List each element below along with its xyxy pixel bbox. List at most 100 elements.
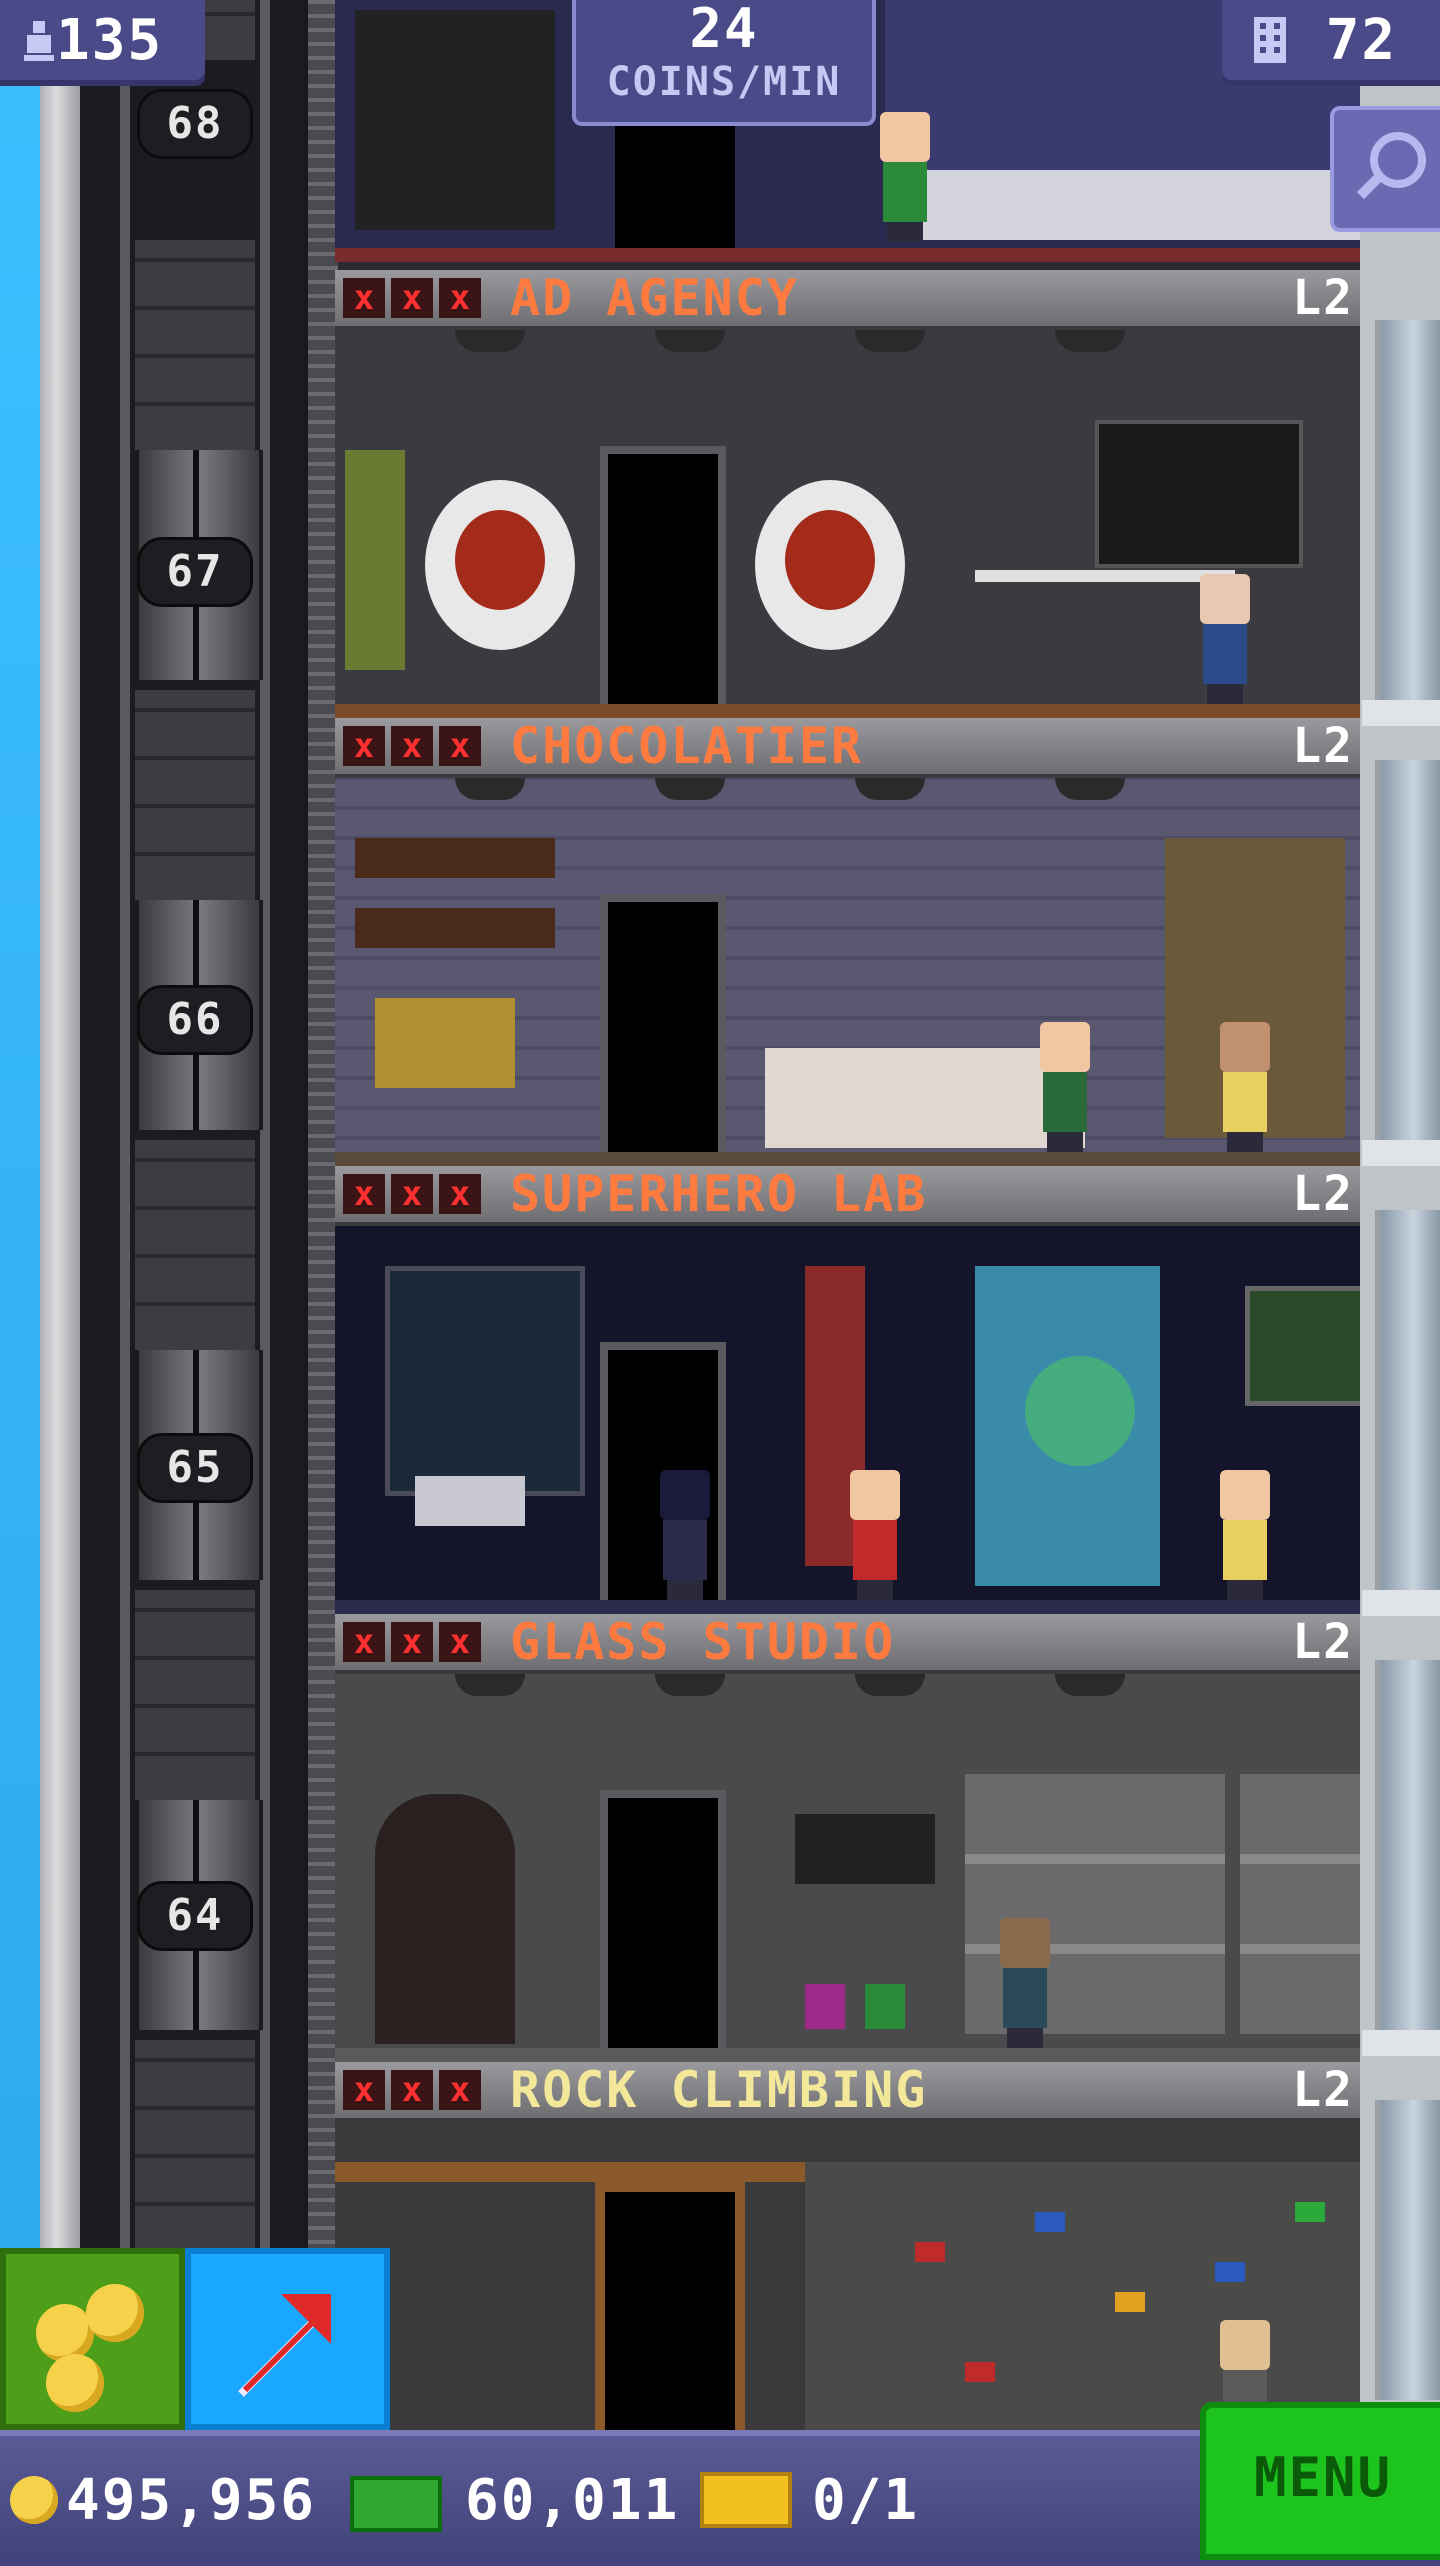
bitizen[interactable] bbox=[995, 1918, 1055, 2048]
room-interior[interactable] bbox=[335, 1226, 1360, 1614]
floor-level: L2 bbox=[1292, 718, 1354, 774]
floor-level: L2 bbox=[1292, 1614, 1354, 1670]
magnifier-icon bbox=[1348, 126, 1432, 214]
building-icon bbox=[1250, 12, 1290, 63]
wall-poster bbox=[1095, 420, 1303, 568]
menu-label: MENU bbox=[1253, 2446, 1393, 2509]
floor-header-bar: x x x GLASS STUDIO L2 bbox=[335, 1614, 1360, 1674]
x-mark-icon: x bbox=[343, 726, 385, 766]
shaft-panel bbox=[135, 690, 255, 900]
exterior-window bbox=[1375, 1210, 1440, 1590]
glass-vase bbox=[865, 1984, 905, 2029]
floors-value: 72 bbox=[1325, 8, 1398, 73]
bitizen[interactable] bbox=[1215, 1022, 1275, 1152]
bux-value: 60,011 bbox=[465, 2468, 680, 2533]
coin-icon bbox=[86, 2284, 144, 2342]
menu-button[interactable]: MENU bbox=[1200, 2402, 1440, 2560]
stock-marks: x x x bbox=[343, 1622, 481, 1662]
floor-header-bar: x x x ROCK CLIMBING L2 bbox=[335, 2062, 1360, 2122]
room-interior[interactable] bbox=[335, 778, 1360, 1166]
floor-name[interactable]: GLASS STUDIO bbox=[510, 1616, 895, 1668]
bitizen[interactable] bbox=[655, 1470, 715, 1600]
keyboard-console bbox=[415, 1476, 525, 1526]
room-interior[interactable] bbox=[335, 330, 1360, 718]
coins-per-min-panel[interactable]: 24 COINS/MIN bbox=[572, 0, 876, 126]
room-door bbox=[595, 2182, 745, 2450]
floor-header-bar: x x x SUPERHERO LAB L2 bbox=[335, 1166, 1360, 1226]
x-mark-icon: x bbox=[439, 278, 481, 318]
floor-number-marker: 65 bbox=[140, 1436, 250, 1500]
melting-pot bbox=[375, 998, 515, 1088]
coin-icon bbox=[46, 2354, 104, 2412]
floor-header-bar: x x x AD AGENCY L2 bbox=[335, 270, 1360, 330]
floor-glass-studio[interactable]: x x x GLASS STUDIO L2 bbox=[335, 1614, 1360, 2062]
climbing-hold bbox=[1115, 2292, 1145, 2312]
floor-chocolatier[interactable]: x x x CHOCOLATIER L2 bbox=[335, 718, 1360, 1166]
bitizen[interactable] bbox=[1035, 1022, 1095, 1152]
shaft-panel bbox=[135, 1590, 255, 1800]
floor-name[interactable]: CHOCOLATIER bbox=[510, 720, 863, 772]
room-door bbox=[600, 1790, 726, 2048]
shaft-rail bbox=[120, 0, 130, 2450]
bitizen[interactable] bbox=[1215, 1470, 1275, 1600]
floor-number-marker: 68 bbox=[140, 92, 250, 156]
exterior-window bbox=[1375, 2100, 1440, 2400]
floor-name[interactable]: ROCK CLIMBING bbox=[510, 2064, 927, 2116]
exterior-sill bbox=[1362, 1140, 1440, 1166]
room-counter bbox=[915, 170, 1360, 240]
room-interior[interactable] bbox=[335, 2122, 1360, 2450]
floor-number-marker: 64 bbox=[140, 1884, 250, 1948]
coin-icon bbox=[10, 2476, 58, 2524]
x-mark-icon: x bbox=[391, 2070, 433, 2110]
shaft-ladder bbox=[305, 0, 338, 2450]
room-interior[interactable] bbox=[335, 1674, 1360, 2062]
plant bbox=[345, 450, 405, 670]
tickets-value: 0/1 bbox=[812, 2468, 920, 2533]
coins-value: 495,956 bbox=[66, 2468, 317, 2533]
collect-coins-button[interactable] bbox=[0, 2248, 185, 2430]
climbing-hold bbox=[965, 2362, 995, 2382]
x-mark-icon: x bbox=[343, 1622, 385, 1662]
shaft-wall bbox=[40, 0, 80, 2450]
sky-background bbox=[0, 0, 40, 2450]
person-up-icon bbox=[22, 10, 56, 61]
floor-number-marker: 67 bbox=[140, 540, 250, 604]
bitizen[interactable] bbox=[875, 112, 935, 242]
population-counter[interactable]: 135 bbox=[0, 0, 205, 86]
floor-ad-agency[interactable]: x x x AD AGENCY L2 bbox=[335, 270, 1360, 718]
x-mark-icon: x bbox=[439, 1174, 481, 1214]
climbing-hold bbox=[915, 2242, 945, 2262]
floor-rock-climbing[interactable]: x x x ROCK CLIMBING L2 bbox=[335, 2062, 1360, 2450]
shaft-panel bbox=[135, 1140, 255, 1350]
display-shelf bbox=[1240, 1774, 1360, 2034]
stock-marks: x x x bbox=[343, 2070, 481, 2110]
x-mark-icon: x bbox=[439, 2070, 481, 2110]
exterior-sill bbox=[1362, 1590, 1440, 1616]
floor-number-marker: 66 bbox=[140, 988, 250, 1052]
elevator-button[interactable] bbox=[185, 2248, 390, 2430]
vending-machines bbox=[355, 10, 555, 230]
bitizen[interactable] bbox=[1195, 574, 1255, 704]
glass-furnace bbox=[375, 1794, 515, 2044]
stock-marks: x x x bbox=[343, 278, 481, 318]
x-mark-icon: x bbox=[391, 1622, 433, 1662]
exterior-window bbox=[1375, 320, 1440, 700]
population-value: 135 bbox=[56, 8, 164, 73]
floor-superhero-lab[interactable]: x x x SUPERHERO LAB L2 bbox=[335, 1166, 1360, 1614]
exterior-sill bbox=[1362, 2030, 1440, 2056]
exterior-window bbox=[1375, 760, 1440, 1140]
room-door bbox=[600, 446, 726, 704]
stock-marks: x x x bbox=[343, 1174, 481, 1214]
x-mark-icon: x bbox=[343, 1174, 385, 1214]
bitizen[interactable] bbox=[845, 1470, 905, 1600]
tool-rack bbox=[795, 1814, 935, 1884]
red-arrow-icon bbox=[231, 2284, 351, 2408]
floors-counter[interactable]: 72 bbox=[1222, 0, 1440, 86]
floor-name[interactable]: SUPERHERO LAB bbox=[510, 1168, 927, 1220]
x-mark-icon: x bbox=[439, 1622, 481, 1662]
x-mark-icon: x bbox=[343, 278, 385, 318]
search-button[interactable] bbox=[1330, 106, 1440, 232]
floor-name[interactable]: AD AGENCY bbox=[510, 272, 799, 324]
golden-ticket-icon bbox=[700, 2472, 792, 2528]
egg-chair-seat bbox=[785, 510, 875, 610]
